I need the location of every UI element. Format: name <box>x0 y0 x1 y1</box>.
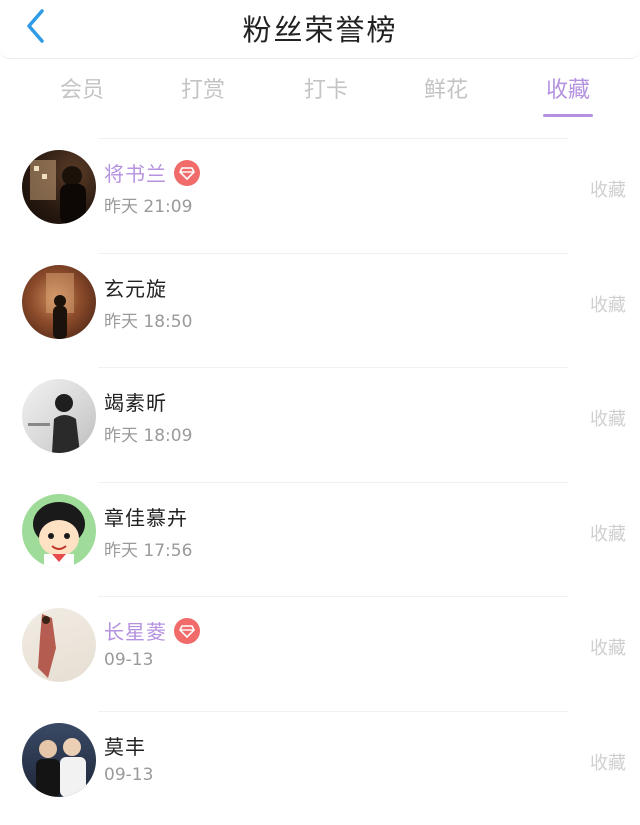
favorite-status: 收藏 <box>590 291 626 317</box>
favorite-status: 收藏 <box>590 749 626 775</box>
fan-name: 竭素昕 <box>104 387 167 416</box>
favorite-status: 收藏 <box>590 405 626 431</box>
fan-name: 章佳慕卉 <box>104 502 188 531</box>
avatar[interactable] <box>22 723 96 797</box>
tab-member[interactable]: 会员 <box>42 72 122 104</box>
favorite-status: 收藏 <box>590 520 626 546</box>
fan-time: 昨天 18:09 <box>104 421 192 446</box>
page-title: 粉丝荣誉榜 <box>0 7 640 49</box>
fan-name: 长星菱 <box>104 616 167 645</box>
fan-time: 昨天 17:56 <box>104 536 192 561</box>
top-bar: 粉丝荣誉榜 <box>0 0 640 59</box>
avatar[interactable] <box>22 494 96 568</box>
favorite-status: 收藏 <box>590 634 626 660</box>
tab-checkin[interactable]: 打卡 <box>286 72 366 104</box>
avatar[interactable] <box>22 379 96 453</box>
avatar[interactable] <box>22 265 96 339</box>
tab-favorites[interactable]: 收藏 <box>528 72 608 104</box>
list-item[interactable]: 莫丰 09-13 收藏 <box>0 711 640 825</box>
row-divider <box>98 482 568 483</box>
favorite-status: 收藏 <box>590 176 626 202</box>
list-item[interactable]: 玄元旋 昨天 18:50 收藏 <box>0 253 640 368</box>
row-divider <box>98 138 568 139</box>
active-tab-indicator <box>543 114 593 117</box>
row-divider <box>98 596 568 597</box>
fan-time: 昨天 21:09 <box>104 192 192 217</box>
avatar[interactable] <box>22 608 96 682</box>
avatar[interactable] <box>22 150 96 224</box>
fan-time: 昨天 18:50 <box>104 307 192 332</box>
row-divider <box>98 711 568 712</box>
diamond-badge-icon <box>174 160 200 186</box>
fan-list: 将书兰 昨天 21:09 收藏 玄元旋 昨天 18:50 收藏 <box>0 138 640 825</box>
list-item[interactable]: 长星菱 09-13 收藏 <box>0 596 640 711</box>
fan-name: 玄元旋 <box>104 273 167 302</box>
fan-time: 09-13 <box>104 650 153 670</box>
tab-flowers[interactable]: 鲜花 <box>406 72 486 104</box>
tab-tip[interactable]: 打赏 <box>163 72 243 104</box>
fan-time: 09-13 <box>104 765 153 785</box>
list-item[interactable]: 章佳慕卉 昨天 17:56 收藏 <box>0 482 640 597</box>
tab-bar: 会员 打赏 打卡 鲜花 收藏 <box>0 64 640 120</box>
row-divider <box>98 253 568 254</box>
fan-name: 将书兰 <box>104 158 167 187</box>
list-item[interactable]: 将书兰 昨天 21:09 收藏 <box>0 138 640 253</box>
fan-name: 莫丰 <box>104 731 146 760</box>
diamond-badge-icon <box>174 618 200 644</box>
list-item[interactable]: 竭素昕 昨天 18:09 收藏 <box>0 367 640 482</box>
row-divider <box>98 367 568 368</box>
